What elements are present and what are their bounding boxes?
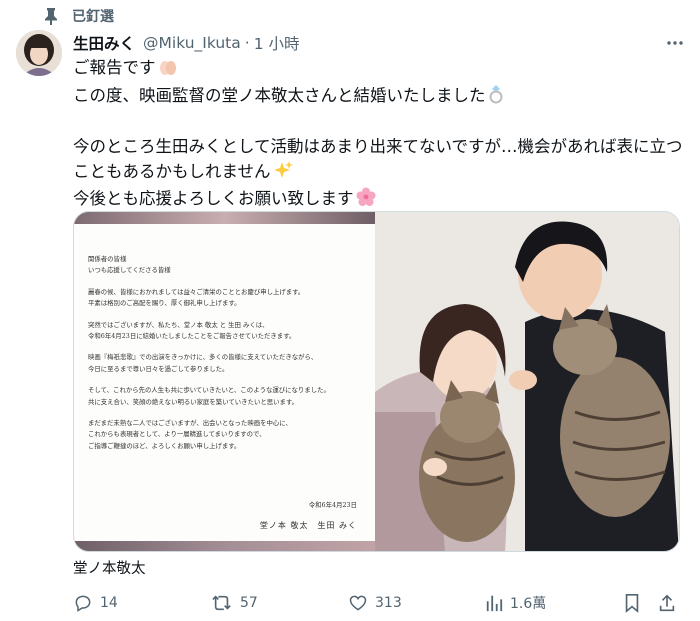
letter-line: 平素は格別のご高配を賜り、厚く御礼申し上げます。	[88, 299, 241, 308]
bookmark-button[interactable]	[623, 589, 641, 617]
action-bar: 14 57 313 1.6萬	[73, 589, 686, 617]
tweet-media[interactable]: 関係者の皆様 いつも応援してくださる皆様 麗春の候、皆様におかれましては益々ご清…	[73, 211, 680, 552]
couple-with-cats-photo[interactable]	[375, 212, 679, 551]
separator-dot: ·	[244, 34, 250, 52]
letter-gap	[88, 375, 361, 385]
reply-button[interactable]: 14	[73, 589, 118, 617]
retweet-count: 57	[240, 595, 258, 611]
letter-gap	[88, 342, 361, 352]
ring-emoji	[488, 84, 504, 112]
letter-top-edge	[74, 212, 375, 224]
tweet-line-4: こともあるかもしれません	[73, 160, 685, 188]
letter-signature: 堂ノ本 敬太 生田 みく	[259, 521, 357, 530]
letter-line: これからも表現者として、より一層精進してまいりますので、	[88, 430, 266, 439]
letter-gap	[88, 408, 361, 418]
image-caption: 堂ノ本敬太	[73, 561, 146, 577]
tweet-text: ご報告です この度、映画監督の堂ノ本敬太さんと結婚いたしました 今のところ生田み…	[73, 56, 685, 215]
letter-date: 令和6年4月23日	[308, 501, 357, 509]
letter-line: 今日に至るまで尊い日々を過ごして参りました。	[88, 364, 229, 373]
tweet-time[interactable]: 1 小時	[254, 32, 300, 54]
tweet-line-2: この度、映画監督の堂ノ本敬太さんと結婚いたしました	[73, 84, 685, 112]
like-button[interactable]: 313	[348, 589, 402, 617]
author-handle[interactable]: @Miku_Ikuta	[143, 34, 241, 52]
letter-line: 突然ではございますが、私たち、堂ノ本 敬太 と 生田 みくは、	[88, 320, 269, 329]
tweet-line-1: ご報告です	[73, 56, 685, 84]
letter-gap	[88, 277, 361, 287]
retweet-button[interactable]: 57	[211, 589, 258, 617]
pinned-indicator: 已釘選	[42, 6, 114, 26]
letter-line: 映画『梅祇悲歌』での出演をきっかけに、多くの皆様に支えていただきながら、	[88, 353, 318, 362]
avatar[interactable]	[16, 30, 62, 76]
tweet-header: 生田みく @Miku_Ikuta · 1 小時	[73, 32, 686, 54]
letter-line: 共に支え合い、笑顔の絶えない明るい家庭を築いていきたいと思います。	[88, 397, 299, 406]
retweet-icon	[211, 593, 233, 613]
share-icon	[657, 593, 677, 613]
letter-bottom-edge	[74, 541, 375, 551]
announcement-letter: 関係者の皆様 いつも応援してくださる皆様 麗春の候、皆様におかれましては益々ご清…	[74, 224, 375, 541]
share-button[interactable]	[657, 589, 677, 617]
hands-emoji	[158, 58, 178, 84]
pinned-label: 已釘選	[72, 9, 114, 25]
bar-chart-icon	[485, 593, 503, 613]
more-options-icon[interactable]	[664, 32, 686, 54]
sparkles-emoji	[273, 160, 293, 188]
views-button[interactable]: 1.6萬	[485, 589, 546, 617]
letter-line: そして、これから先の人生も共に歩いていきたいと、このような運びになりました。	[88, 386, 330, 395]
tweet-line-3: 今のところ生田みくとして活動はあまり出来てないですが…機会があれば表に立つ	[73, 137, 683, 156]
letter-line: ご指導ご鞭撻のほど、よろしくお願い申し上げます。	[88, 441, 241, 450]
letter-gap	[88, 310, 361, 320]
pin-icon	[42, 7, 60, 25]
bookmark-icon	[623, 593, 641, 613]
letter-line: 令和6年4月23日に結婚いたしましたことをご報告させていただきます。	[88, 332, 296, 341]
heart-icon	[348, 593, 368, 613]
letter-line: 関係者の皆様	[88, 255, 127, 263]
letter-line: いつも応援してくださる皆様	[88, 266, 171, 275]
like-count: 313	[375, 595, 402, 611]
letter-line: まだまだ未熟な二人ではございますが、出会いとなった映画を中心に、	[88, 419, 292, 428]
reply-icon	[73, 593, 93, 613]
letter-image[interactable]: 関係者の皆様 いつも応援してくださる皆様 麗春の候、皆様におかれましては益々ご清…	[74, 212, 375, 551]
author-name[interactable]: 生田みく	[73, 32, 135, 54]
letter-line: 麗春の候、皆様におかれましては益々ご清栄のこととお慶び申し上げます。	[88, 287, 305, 296]
view-count: 1.6萬	[510, 596, 547, 612]
reply-count: 14	[100, 595, 118, 611]
